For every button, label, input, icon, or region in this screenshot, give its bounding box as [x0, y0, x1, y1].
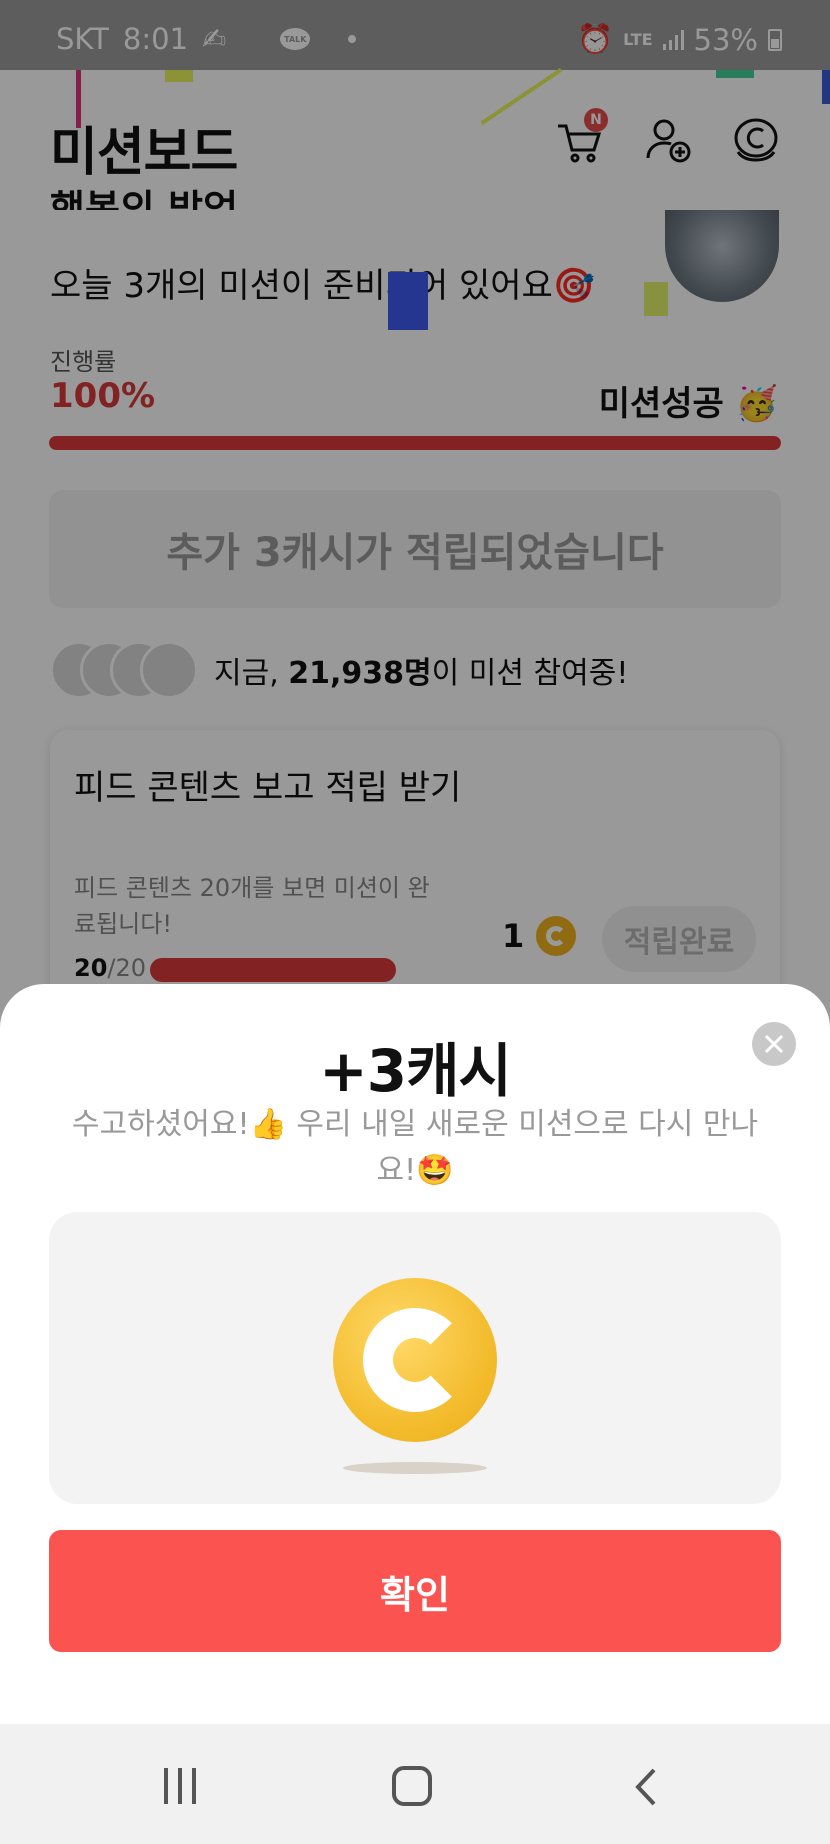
- reward-message: 수고하셨어요!👍 우리 내일 새로운 미션으로 다시 만나요!🤩: [71, 1107, 759, 1188]
- confirm-button[interactable]: 확인: [49, 1530, 781, 1652]
- coin-shadow: [343, 1462, 487, 1474]
- cash-coin-icon: [333, 1278, 497, 1442]
- coin-illustration-box: [49, 1212, 781, 1504]
- reward-title: +3캐시: [319, 1037, 512, 1105]
- home-button[interactable]: [392, 1766, 432, 1806]
- reward-sheet: +3캐시 수고하셨어요!👍 우리 내일 새로운 미션으로 다시 만나요!🤩 확인: [0, 984, 830, 1724]
- recent-apps-button[interactable]: [164, 1768, 196, 1804]
- system-nav-bar: [0, 1724, 830, 1844]
- back-button[interactable]: [632, 1766, 658, 1812]
- back-chevron-icon: [635, 1768, 656, 1806]
